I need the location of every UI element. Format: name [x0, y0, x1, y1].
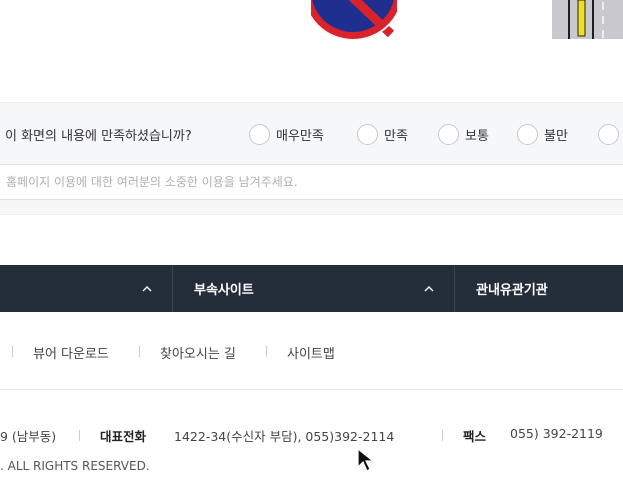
copyright-text: . ALL RIGHTS RESERVED. — [0, 459, 150, 473]
option-very-satisfied[interactable]: 매우만족 — [249, 123, 324, 145]
link-separator — [12, 346, 13, 357]
link-separator — [266, 346, 267, 357]
no-parking-sign-image — [311, 0, 397, 40]
survey-question: 이 화면의 내용에 만족하셨습니까? — [5, 129, 192, 144]
info-separator — [442, 430, 443, 441]
info-separator — [79, 430, 80, 441]
related-sites-bar: 부속사이트 관내유관기관 — [0, 265, 623, 312]
radio-button[interactable] — [438, 123, 459, 145]
nav-affiliated-sites[interactable]: 부속사이트 — [194, 265, 254, 312]
option-dissatisfied[interactable]: 불만 — [517, 123, 568, 145]
option-label: 보통 — [465, 128, 489, 144]
address-text: 9 (남부동) — [0, 429, 57, 444]
nav-divider — [172, 265, 173, 312]
top-content-area — [0, 0, 623, 102]
radio-button[interactable] — [249, 123, 270, 145]
link-separator — [139, 346, 140, 357]
radio-button[interactable] — [598, 123, 619, 145]
option-label: 만족 — [384, 128, 408, 144]
option-satisfied[interactable]: 만족 — [357, 123, 408, 145]
survey-comment-input[interactable] — [0, 164, 623, 200]
satisfaction-survey: 이 화면의 내용에 만족하셨습니까? 매우만족 만족 보통 불만 — [0, 102, 623, 215]
link-viewer-download[interactable]: 뷰어 다운로드 — [33, 343, 109, 362]
footer-links: 뷰어 다운로드 찾아오시는 길 사이트맵 — [0, 312, 623, 390]
radio-button[interactable] — [517, 123, 538, 145]
phone-label: 대표전화 — [100, 429, 147, 444]
nav-related-institutions[interactable]: 관내유관기관 — [476, 265, 548, 312]
fax-label: 팩스 — [463, 429, 487, 444]
link-directions[interactable]: 찾아오시는 길 — [160, 343, 236, 362]
chevron-up-icon[interactable] — [141, 283, 153, 295]
option-label: 불만 — [544, 128, 568, 144]
option-very-dissatisfied[interactable] — [598, 123, 623, 145]
nav-label: 관내유관기관 — [476, 283, 548, 298]
mouse-pointer-icon — [357, 447, 375, 472]
road-lane-image — [552, 0, 623, 39]
radio-button[interactable] — [357, 123, 378, 145]
link-sitemap[interactable]: 사이트맵 — [287, 343, 335, 362]
nav-label: 부속사이트 — [194, 283, 254, 298]
fax-value: 055) 392-2119 — [510, 426, 603, 441]
nav-divider — [454, 265, 455, 312]
chevron-up-icon[interactable] — [423, 283, 435, 295]
option-normal[interactable]: 보통 — [438, 123, 489, 145]
option-label: 매우만족 — [276, 128, 324, 144]
phone-value: 1422-34(수신자 부담), 055)392-2114 — [174, 429, 395, 444]
